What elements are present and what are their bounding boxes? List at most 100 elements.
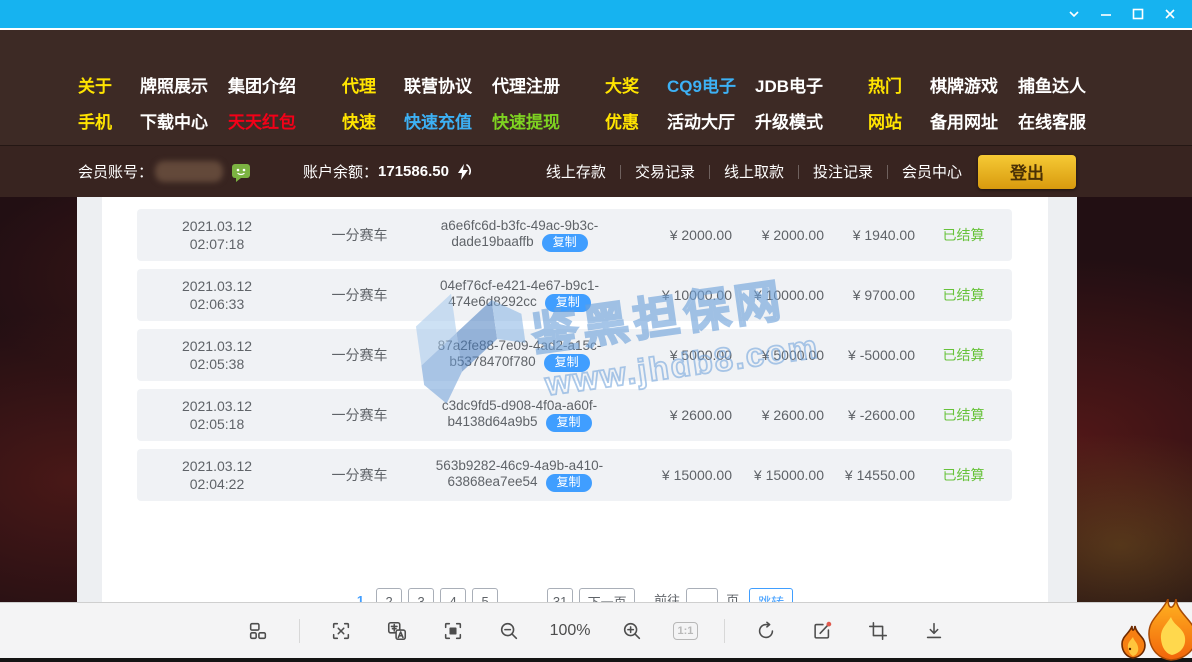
row-win-loss: ¥ -2600.00 (824, 407, 915, 423)
chat-icon[interactable] (231, 162, 251, 182)
row-win-loss: ¥ 9700.00 (824, 287, 915, 303)
balance-value: 171586.50 (378, 163, 449, 180)
copy-button[interactable]: 复制 (544, 354, 590, 372)
toolbar-divider (724, 619, 725, 643)
row-game-name: 一分赛车 (297, 285, 422, 305)
nav-item-jdb[interactable]: JDB电子 (755, 72, 868, 97)
row-status: 已结算 (915, 225, 1012, 245)
table-row[interactable]: 2021.03.12 02:05:38 一分赛车 87a2fe88-7e09-4… (137, 329, 1012, 381)
row-game-name: 一分赛车 (297, 345, 422, 365)
nav-row-1: 关于 牌照展示 集团介绍 代理 联营协议 代理注册 大奖 CQ9电子 JDB电子… (0, 66, 1192, 102)
copy-button[interactable]: 复制 (542, 234, 588, 252)
table-row[interactable]: 2021.03.12 02:05:18 一分赛车 c3dc9fd5-d908-4… (137, 389, 1012, 441)
nav-item-backup-url[interactable]: 备用网址 (930, 108, 1018, 133)
nav-item-online-service[interactable]: 在线客服 (1018, 108, 1128, 133)
nav-item-activity-hall[interactable]: 活动大厅 (667, 108, 755, 133)
row-bet-amount: ¥ 5000.00 (617, 347, 732, 363)
row-order-id: 563b9282-46c9-4a9b-a410- 63868ea7ee54复制 (422, 458, 617, 493)
row-valid-amount: ¥ 15000.00 (732, 467, 824, 483)
table-row[interactable]: 2021.03.12 02:04:22 一分赛车 563b9282-46c9-4… (137, 449, 1012, 501)
row-valid-amount: ¥ 10000.00 (732, 287, 824, 303)
copy-button[interactable]: 复制 (546, 414, 592, 432)
row-order-id: 87a2fe88-7e09-4ad2-a15c- b5378470f780复制 (422, 338, 617, 373)
app-window: © 娛樂場 关于 牌照展示 集团介绍 代理 联营协议 代理注册 大奖 C (0, 0, 1192, 662)
logout-button[interactable]: 登出 (978, 155, 1076, 189)
link-online-deposit[interactable]: 线上存款 (546, 161, 606, 182)
row-bet-amount: ¥ 2000.00 (617, 227, 732, 243)
row-status: 已结算 (915, 405, 1012, 425)
nav-item-fast-withdraw[interactable]: 快速提现 (492, 108, 605, 133)
rotate-icon[interactable] (751, 616, 781, 646)
nav-item-license[interactable]: 牌照展示 (140, 72, 228, 97)
zoom-in-icon[interactable] (617, 616, 647, 646)
balance-group: 账户余额： 171586.50 (303, 161, 471, 182)
table-row[interactable]: 2021.03.12 02:07:18 一分赛车 a6e6fc6d-b3fc-4… (137, 209, 1012, 261)
main-background: 2021.03.12 02:07:18 一分赛车 a6e6fc6d-b3fc-4… (0, 197, 1192, 602)
translate-icon[interactable] (382, 616, 412, 646)
nav-item-agent[interactable]: 代理 (342, 72, 404, 97)
row-status: 已结算 (915, 465, 1012, 485)
row-datetime: 2021.03.12 02:04:22 (137, 457, 297, 493)
layout-icon[interactable] (243, 616, 273, 646)
row-datetime: 2021.03.12 02:05:38 (137, 337, 297, 373)
link-member-center[interactable]: 会员中心 (902, 161, 962, 182)
link-divider (620, 165, 621, 179)
nav-item-board-games[interactable]: 棋牌游戏 (930, 72, 1018, 97)
nav-item-fishing[interactable]: 捕鱼达人 (1018, 72, 1128, 97)
row-game-name: 一分赛车 (297, 465, 422, 485)
table-row[interactable]: 2021.03.12 02:06:33 一分赛车 04ef76cf-e421-4… (137, 269, 1012, 321)
row-game-name: 一分赛车 (297, 225, 422, 245)
window-chevron-down-icon[interactable] (1058, 0, 1090, 28)
edit-icon[interactable] (807, 616, 837, 646)
refresh-balance-icon[interactable] (455, 163, 471, 181)
row-win-loss: ¥ -5000.00 (824, 347, 915, 363)
nav-item-cq9[interactable]: CQ9电子 (667, 72, 755, 97)
actual-size-icon: 1:1 (673, 622, 699, 640)
link-bet-records[interactable]: 投注记录 (813, 161, 873, 182)
nav-item-jackpot[interactable]: 大奖 (605, 72, 667, 97)
row-bet-amount: ¥ 2600.00 (617, 407, 732, 423)
row-game-name: 一分赛车 (297, 405, 422, 425)
download-icon[interactable] (919, 616, 949, 646)
account-links: 线上存款 交易记录 线上取款 投注记录 会员中心 (546, 161, 962, 182)
row-win-loss: ¥ 1940.00 (824, 227, 915, 243)
row-bet-amount: ¥ 10000.00 (617, 287, 732, 303)
ocr-select-icon[interactable] (326, 616, 356, 646)
nav-row-2: 手机 下载中心 天天红包 快速 快速充值 快速提现 优惠 活动大厅 升级模式 网… (0, 102, 1192, 138)
nav-item-promo[interactable]: 优惠 (605, 108, 667, 133)
copy-button[interactable]: 复制 (546, 474, 592, 492)
zoom-level-label[interactable]: 100% (550, 622, 591, 640)
nav-item-about[interactable]: 关于 (78, 72, 140, 97)
nav-item-joint-agreement[interactable]: 联营协议 (404, 72, 492, 97)
crop-icon[interactable] (863, 616, 893, 646)
row-valid-amount: ¥ 5000.00 (732, 347, 824, 363)
window-maximize-icon[interactable] (1122, 0, 1154, 28)
content-panel: 2021.03.12 02:07:18 一分赛车 a6e6fc6d-b3fc-4… (102, 197, 1048, 602)
row-win-loss: ¥ 14550.00 (824, 467, 915, 483)
window-minimize-icon[interactable] (1090, 0, 1122, 28)
nav-item-mobile[interactable]: 手机 (78, 108, 140, 133)
nav-item-download-center[interactable]: 下载中心 (140, 108, 228, 133)
row-valid-amount: ¥ 2000.00 (732, 227, 824, 243)
window-close-icon[interactable] (1154, 0, 1186, 28)
row-order-id: c3dc9fd5-d908-4f0a-a60f- b4138d64a9b5复制 (422, 398, 617, 433)
nav-item-group-intro[interactable]: 集团介绍 (228, 72, 342, 97)
link-transaction-records[interactable]: 交易记录 (635, 161, 695, 182)
nav-item-hot[interactable]: 热门 (868, 72, 930, 97)
link-online-withdraw[interactable]: 线上取款 (724, 161, 784, 182)
nav-item-upgrade-mode[interactable]: 升级模式 (755, 108, 868, 133)
nav-item-website[interactable]: 网站 (868, 108, 930, 133)
row-valid-amount: ¥ 2600.00 (732, 407, 824, 423)
account-label: 会员账号： (78, 161, 153, 182)
nav-item-daily-redpacket[interactable]: 天天红包 (228, 108, 342, 133)
row-datetime: 2021.03.12 02:05:18 (137, 397, 297, 433)
nav-item-agent-register[interactable]: 代理注册 (492, 72, 605, 97)
account-name-redacted (155, 161, 223, 182)
bottom-edge (0, 658, 1192, 662)
link-divider (887, 165, 888, 179)
nav-item-fast-deposit[interactable]: 快速充值 (404, 108, 492, 133)
fullscreen-icon[interactable] (438, 616, 468, 646)
nav-item-fast[interactable]: 快速 (342, 108, 404, 133)
copy-button[interactable]: 复制 (545, 294, 591, 312)
zoom-out-icon[interactable] (494, 616, 524, 646)
